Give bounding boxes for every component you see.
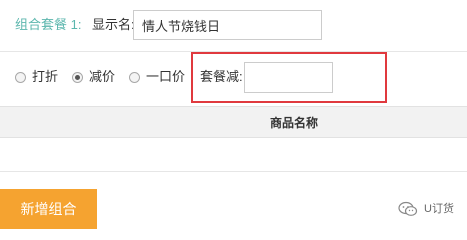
wechat-icon	[398, 201, 418, 216]
combo-title: 组合套餐 1:	[15, 17, 82, 32]
radio-discount[interactable]: 打折	[15, 69, 58, 85]
table-body	[0, 138, 467, 172]
radio-reduce-label: 减价	[89, 69, 116, 84]
add-combo-button[interactable]: 新增组合	[0, 189, 97, 229]
table-header: 商品名称	[0, 106, 467, 138]
radio-fixed-price-circle[interactable]	[129, 71, 141, 83]
radio-reduce[interactable]: 减价	[72, 69, 115, 85]
combo-editor: 组合套餐 1: 显示名: 打折 减价 一口价 套餐减: 商品名称 新增组合	[0, 0, 467, 229]
reduce-amount-label: 套餐减:	[200, 69, 243, 84]
display-name-input[interactable]	[133, 10, 322, 40]
radio-fixed-price-label: 一口价	[146, 69, 186, 84]
pricing-mode-group: 打折 减价 一口价	[15, 69, 199, 85]
radio-discount-label: 打折	[32, 69, 59, 84]
column-product-name: 商品名称	[270, 116, 319, 130]
radio-discount-circle[interactable]	[15, 71, 26, 83]
watermark: U订货	[398, 201, 454, 217]
watermark-text: U订货	[424, 203, 454, 215]
reduce-amount-input[interactable]	[244, 62, 333, 93]
radio-reduce-circle[interactable]	[72, 71, 84, 83]
display-name-label: 显示名:	[92, 17, 135, 32]
radio-fixed-price[interactable]: 一口价	[129, 69, 185, 85]
